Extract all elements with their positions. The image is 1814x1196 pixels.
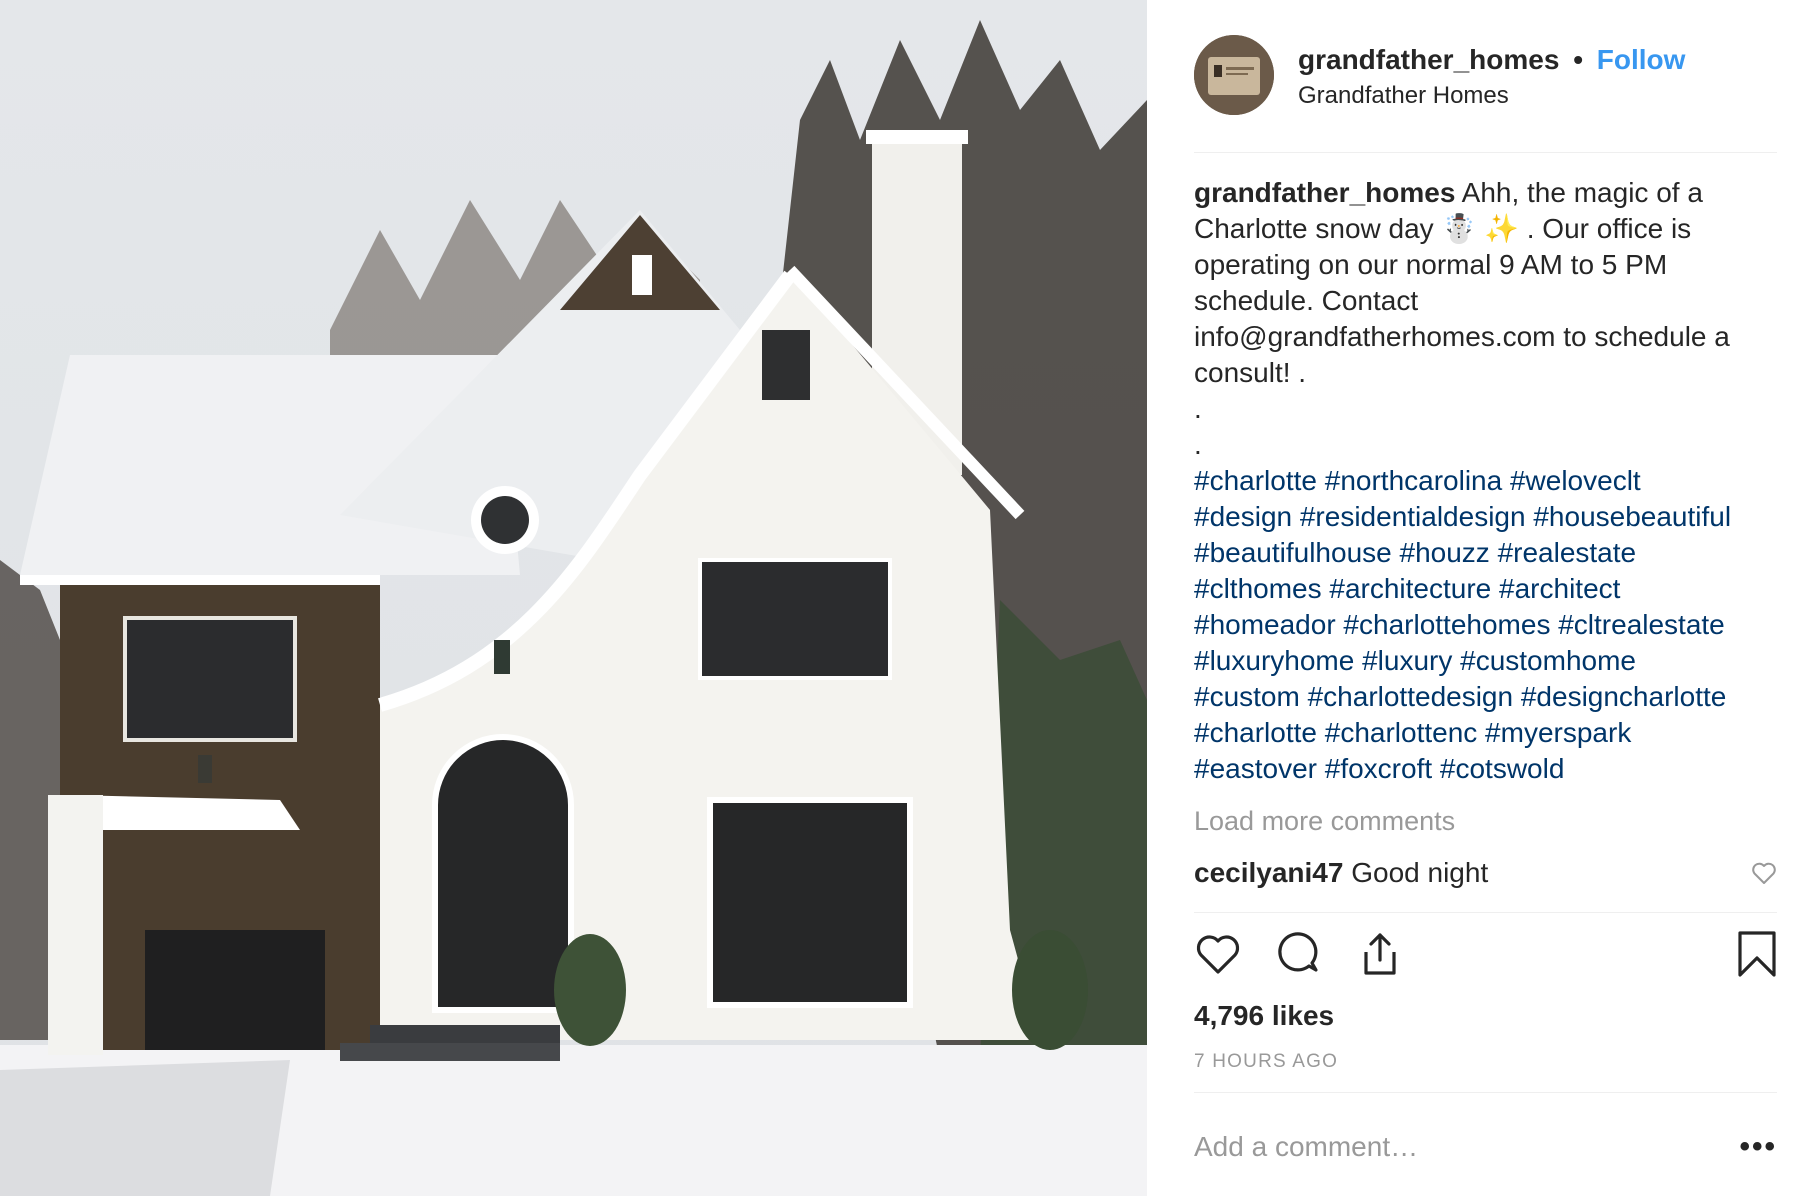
heart-icon[interactable] (1194, 930, 1242, 978)
instagram-post: grandfather_homes • Follow Grandfather H… (0, 0, 1814, 1196)
bookmark-icon[interactable] (1737, 930, 1777, 978)
footer-divider (1194, 1092, 1777, 1093)
small-heart-icon[interactable] (1751, 861, 1777, 885)
separator-dot: • (1573, 44, 1583, 75)
add-comment-bar: ••• (1194, 1122, 1777, 1172)
author-username[interactable]: grandfather_homes (1298, 44, 1559, 75)
comment-item: cecilyani47 Good night (1194, 855, 1777, 891)
avatar[interactable] (1194, 35, 1274, 115)
hashtag-line[interactable]: #charlotte #northcarolina #weloveclt (1194, 463, 1777, 499)
post-header: grandfather_homes • Follow Grandfather H… (1194, 35, 1769, 135)
avatar-logo-icon (1194, 35, 1274, 115)
hashtag-line[interactable]: #homeador #charlottehomes #cltrealestate (1194, 607, 1777, 643)
header-divider (1194, 152, 1777, 153)
hashtag-line[interactable]: #clthomes #architecture #architect (1194, 571, 1777, 607)
comments-divider (1194, 912, 1777, 913)
hashtag-line[interactable]: #charlotte #charlottenc #myerspark (1194, 715, 1777, 751)
author-line: grandfather_homes • Follow (1298, 43, 1685, 77)
action-bar (1194, 930, 1777, 990)
post-timestamp[interactable]: 7 HOURS AGO (1194, 1049, 1338, 1075)
hashtag-line[interactable]: #eastover #foxcroft #cotswold (1194, 751, 1777, 787)
caption-text: Ahh, the magic of a Charlotte snow day ☃… (1194, 177, 1730, 460)
hashtags-block: #charlotte #northcarolina #weloveclt #des… (1194, 463, 1777, 787)
post-photo[interactable] (0, 0, 1147, 1196)
location-link[interactable]: Grandfather Homes (1298, 79, 1685, 113)
add-comment-input[interactable] (1194, 1131, 1674, 1163)
load-more-comments-button[interactable]: Load more comments (1194, 803, 1777, 839)
share-icon[interactable] (1356, 930, 1404, 978)
comments-section: grandfather_homes Ahh, the magic of a Ch… (1194, 175, 1777, 891)
hashtag-line[interactable]: #luxuryhome #luxury #customhome (1194, 643, 1777, 679)
speech-bubble-icon[interactable] (1276, 930, 1324, 978)
comment-username[interactable]: cecilyani47 (1194, 857, 1343, 888)
post-caption: grandfather_homes Ahh, the magic of a Ch… (1194, 175, 1777, 463)
post-sidebar: grandfather_homes • Follow Grandfather H… (1147, 0, 1814, 1196)
house-photo-illustration (0, 0, 1147, 1196)
comment-text: Good night (1351, 857, 1489, 888)
follow-button[interactable]: Follow (1597, 44, 1686, 75)
hashtag-line[interactable]: #custom #charlottedesign #designcharlott… (1194, 679, 1777, 715)
hashtag-line[interactable]: #design #residentialdesign #housebeautif… (1194, 499, 1777, 535)
more-options-button[interactable]: ••• (1739, 1130, 1777, 1164)
post-author-block: grandfather_homes • Follow Grandfather H… (1298, 43, 1685, 113)
likes-count[interactable]: 4,796 likes (1194, 998, 1334, 1034)
caption-username[interactable]: grandfather_homes (1194, 177, 1455, 208)
hashtag-line[interactable]: #beautifulhouse #houzz #realestate (1194, 535, 1777, 571)
